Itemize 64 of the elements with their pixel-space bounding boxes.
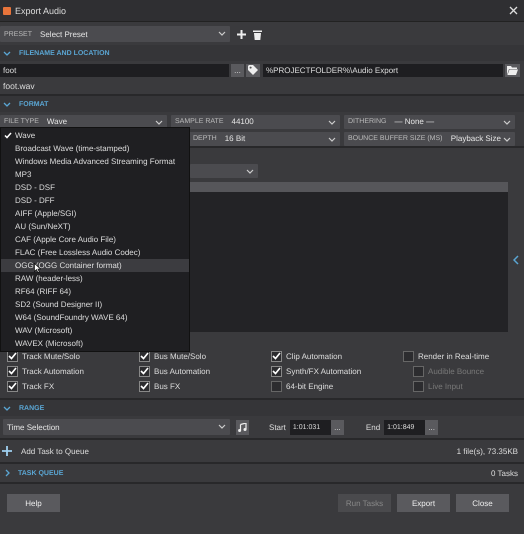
menu-item[interactable]: Broadcast Wave (time-stamped) (1, 142, 189, 155)
close-icon[interactable] (509, 6, 518, 15)
checkbox[interactable]: Render in Real-time (403, 350, 523, 362)
checkbox[interactable]: 64-bit Engine (271, 380, 403, 392)
checkbox[interactable]: Bus Automation (139, 365, 271, 377)
chevron-down-icon (218, 424, 226, 429)
menu-item[interactable]: MP3 (1, 168, 189, 181)
folder-field[interactable]: %PROJECTFOLDER%\Audio Export (263, 64, 503, 76)
menu-item[interactable]: Windows Media Advanced Streaming Format (1, 155, 189, 168)
browse-button[interactable]: ... (425, 420, 438, 434)
music-note-button[interactable] (236, 420, 249, 434)
menu-item[interactable]: DSD - DFF (1, 194, 189, 207)
menu-item[interactable]: DSD - DSF (1, 181, 189, 194)
chevron-down-icon (503, 120, 511, 124)
task-count: 0 Tasks (491, 468, 518, 478)
add-task-button[interactable]: Add Task to Queue (2, 446, 89, 456)
menu-item[interactable]: RAW (header-less) (1, 272, 189, 285)
menu-item[interactable]: SD2 (Sound Designer II) (1, 298, 189, 311)
filename-field[interactable]: foot (0, 64, 229, 76)
checkbox[interactable]: Bus FX (139, 380, 271, 392)
range-dropdown[interactable]: Time Selection (3, 419, 230, 435)
checkbox[interactable]: Track FX (7, 380, 139, 392)
menu-item[interactable]: FLAC (Free Lossless Audio Codec) (1, 246, 189, 259)
browse-button[interactable]: ... (231, 64, 244, 76)
chevron-down-icon (246, 169, 254, 174)
menu-item[interactable]: W64 (SoundFoundry WAVE 64) (1, 311, 189, 324)
menu-item[interactable]: AIFF (Apple/SGI) (1, 207, 189, 220)
folder-icon (507, 66, 518, 74)
menu-item[interactable]: CAF (Apple Core Audio File) (1, 233, 189, 246)
checkbox[interactable]: Clip Automation (271, 350, 403, 362)
output-filename: foot.wav (2, 80, 36, 92)
chevron-down-icon (218, 31, 226, 36)
trash-icon[interactable] (253, 28, 262, 40)
file-size-text: 1 file(s), 73.35KB (456, 446, 518, 456)
start-label: Start (269, 422, 286, 432)
chevron-icon (3, 102, 11, 106)
folder-button[interactable] (505, 64, 520, 76)
music-note-icon (238, 422, 247, 432)
window-title: Export Audio (15, 6, 66, 16)
dialog-button[interactable]: Close (456, 494, 509, 512)
menu-item[interactable]: Wave (1, 129, 189, 142)
add-icon (2, 446, 12, 456)
chevron-down-icon (503, 136, 511, 142)
dialog-button[interactable]: Help (7, 494, 60, 512)
menu-item[interactable]: WAVEX (Microsoft) (1, 337, 189, 350)
app-icon (3, 6, 11, 14)
browse-button[interactable]: ... (330, 420, 344, 434)
checkbox[interactable]: Track Automation (7, 365, 139, 377)
menu-item[interactable]: WAV (Microsoft) (1, 324, 189, 337)
end-label: End (366, 422, 380, 432)
menu-item[interactable]: RF64 (RIFF 64) (1, 285, 189, 298)
tag-icon (248, 65, 258, 75)
chevron-down-icon (155, 120, 163, 124)
chevron-icon (5, 469, 10, 477)
chevron-left-icon[interactable] (513, 255, 519, 265)
tag-button[interactable] (246, 64, 260, 76)
dialog-button[interactable]: Export (397, 494, 450, 512)
menu-item[interactable]: AU (Sun/NeXT) (1, 220, 189, 233)
chevron-down-icon (328, 136, 336, 142)
checkbox[interactable]: Synth/FX Automation (271, 365, 403, 377)
chevron-icon (3, 50, 11, 56)
chevron-down-icon (328, 120, 336, 124)
chevron-icon (3, 406, 11, 410)
add-icon[interactable] (236, 28, 247, 40)
